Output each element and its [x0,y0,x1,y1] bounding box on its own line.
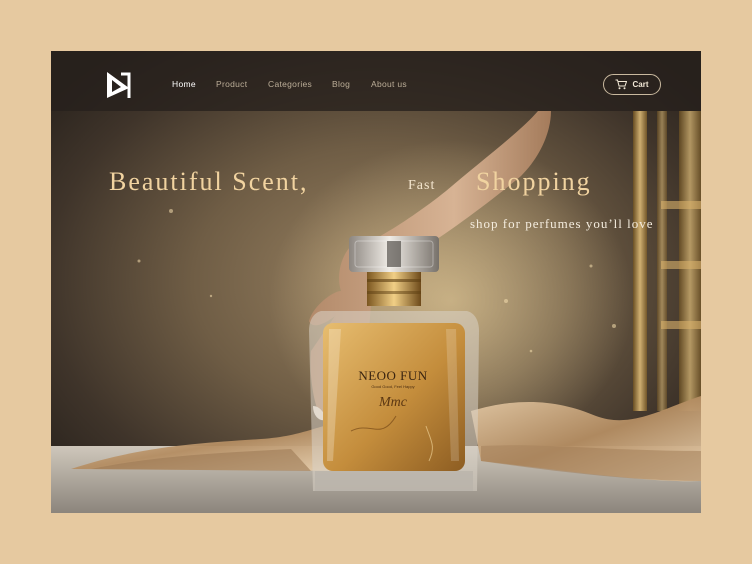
nav-product[interactable]: Product [216,79,247,89]
headline-part2: Fast [408,178,436,193]
bottle-tagline: Good Good, Feel Happy [371,384,415,389]
bottle-script: Mmc [379,395,407,410]
brand-logo-icon[interactable] [103,68,133,102]
headline-part3: Shopping [476,167,592,196]
gold-pillars [633,111,701,411]
bottle-brand: NEOO FUN [358,368,428,383]
perfume-bottle [309,236,479,491]
hero-frame: NEOO FUN Good Good, Feel Happy Mmc Home … [51,51,701,513]
top-navbar: Home Product Categories Blog About us Ca… [51,51,701,111]
nav-blog[interactable]: Blog [332,79,350,89]
cart-button[interactable]: Cart [603,74,661,95]
nav-home[interactable]: Home [172,79,196,89]
cart-icon [615,79,628,90]
hero-subtitle: shop for perfumes you’ll love [470,216,654,231]
hero-scene [51,111,701,513]
nav-categories[interactable]: Categories [268,79,312,89]
cart-label: Cart [632,80,649,89]
headline-part1: Beautiful Scent, [109,167,309,196]
nav-about-us[interactable]: About us [371,79,407,89]
